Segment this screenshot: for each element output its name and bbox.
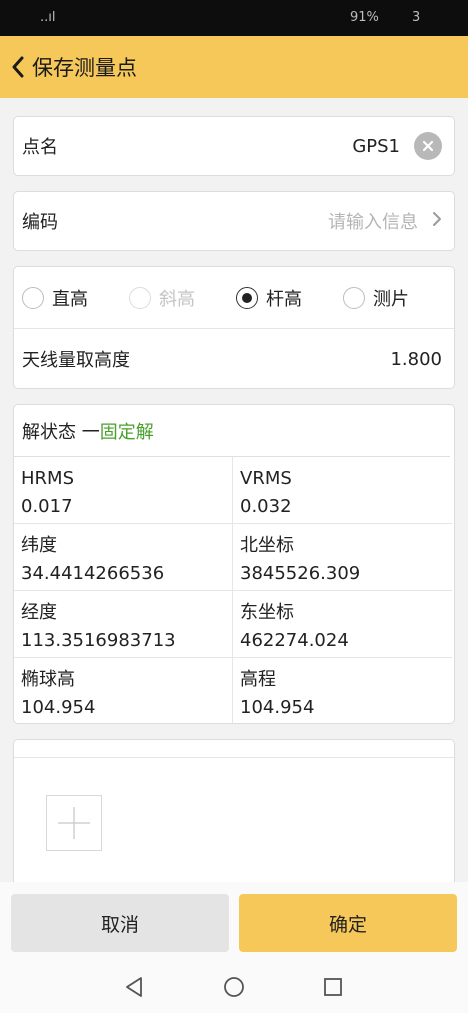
antenna-height-label: 天线量取高度	[22, 350, 130, 371]
back-arrow-icon[interactable]	[8, 52, 28, 82]
radio-checked-icon	[236, 286, 258, 309]
cell-label: 高程	[240, 669, 276, 690]
solution-label: 解状态 一	[22, 421, 100, 443]
solution-status-value: 固定解	[99, 421, 154, 443]
longitude-cell: 经度 113.3516983713	[14, 591, 233, 658]
footer: 取消 确定	[0, 882, 468, 1013]
antenna-height-row[interactable]: 天线量取高度 1.800	[14, 329, 454, 389]
solution-grid: HRMS 0.017 VRMS 0.032 纬度 34.4414266536 北…	[14, 457, 454, 725]
cell-label: 椭球高	[21, 669, 75, 690]
clock: 3	[412, 10, 421, 25]
nav-home-icon[interactable]	[219, 972, 249, 1002]
radio-direct-height[interactable]: 直高	[22, 285, 129, 311]
solution-section: 解状态 一 固定解 HRMS 0.017 VRMS 0.032 纬度 34.44…	[13, 404, 455, 725]
nav-recents-icon[interactable]	[318, 972, 348, 1002]
radio-label: 直高	[52, 288, 88, 310]
cell-value: 3845526.309	[240, 563, 361, 584]
cell-label: VRMS	[240, 468, 292, 489]
code-input[interactable]: 请输入信息	[328, 208, 418, 234]
photo-section	[13, 739, 455, 899]
cancel-button[interactable]: 取消	[11, 894, 229, 952]
cell-value: 462274.024	[240, 630, 349, 651]
code-row[interactable]: 编码 请输入信息	[13, 191, 455, 251]
hrms-cell: HRMS 0.017	[14, 457, 233, 524]
cell-value: 113.3516983713	[21, 630, 176, 651]
northing-cell: 北坐标 3845526.309	[233, 524, 452, 591]
nav-back-icon[interactable]	[119, 972, 149, 1002]
point-name-input[interactable]: GPS1	[352, 136, 400, 157]
solution-status: 解状态 一 固定解	[14, 405, 450, 457]
system-nav-bar	[0, 964, 468, 1013]
add-photo-button[interactable]	[46, 795, 102, 851]
cell-value: 34.4414266536	[21, 563, 165, 584]
radio-pole-height[interactable]: 杆高	[236, 285, 343, 311]
cell-value: 0.017	[21, 496, 73, 517]
signal-indicator: ..ıl	[40, 10, 56, 25]
cell-value: 104.954	[240, 697, 315, 718]
chevron-right-icon	[432, 211, 442, 231]
point-name-label: 点名	[22, 137, 58, 158]
height-section: 直高 斜高 杆高 测片 天线量取高度 1.800	[13, 266, 455, 389]
latitude-cell: 纬度 34.4414266536	[14, 524, 233, 591]
divider	[14, 757, 454, 758]
vrms-cell: VRMS 0.032	[233, 457, 452, 524]
radio-unchecked-icon	[22, 286, 44, 309]
radio-unchecked-icon	[343, 286, 365, 309]
point-name-row[interactable]: 点名 GPS1	[13, 116, 455, 176]
status-bar: ..ıl 91% 3	[0, 0, 468, 36]
elevation-cell: 高程 104.954	[233, 658, 452, 725]
height-type-group: 直高 斜高 杆高 测片	[14, 267, 454, 329]
radio-label: 杆高	[266, 288, 302, 310]
radio-disabled-icon	[129, 286, 151, 309]
cell-label: HRMS	[21, 468, 74, 489]
ellipsoid-height-cell: 椭球高 104.954	[14, 658, 233, 725]
code-label: 编码	[22, 212, 58, 233]
cell-label: 纬度	[21, 535, 57, 556]
radio-measure-piece[interactable]: 测片	[343, 285, 450, 311]
radio-label: 斜高	[159, 288, 195, 310]
battery-level: 91%	[350, 10, 379, 25]
confirm-button[interactable]: 确定	[239, 894, 457, 952]
antenna-height-input[interactable]: 1.800	[390, 349, 442, 370]
cell-value: 104.954	[21, 697, 96, 718]
plus-icon	[58, 807, 90, 839]
cell-label: 东坐标	[240, 602, 294, 623]
app-header: 保存测量点	[0, 36, 468, 98]
radio-slant-height: 斜高	[129, 285, 236, 311]
easting-cell: 东坐标 462274.024	[233, 591, 452, 658]
cell-value: 0.032	[240, 496, 292, 517]
cell-label: 北坐标	[240, 535, 294, 556]
page-title: 保存测量点	[32, 56, 137, 80]
cell-label: 经度	[21, 602, 57, 623]
radio-label: 测片	[373, 288, 409, 310]
clear-icon[interactable]	[414, 132, 442, 160]
